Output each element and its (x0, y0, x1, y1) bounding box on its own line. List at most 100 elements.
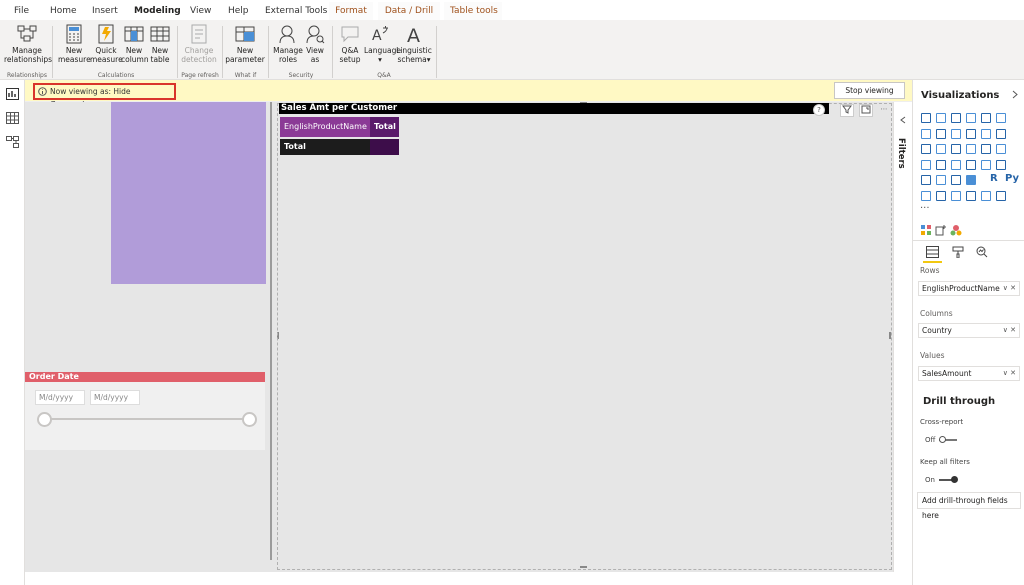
multi-row-card-icon[interactable] (996, 159, 1006, 170)
date-slider-track[interactable] (45, 418, 255, 420)
language-button[interactable]: A Language ▾ (364, 24, 401, 64)
new-measure-button[interactable]: New measure (58, 24, 91, 64)
tab-view[interactable]: View (184, 2, 217, 20)
date-slider-end-handle[interactable] (242, 412, 257, 427)
order-date-slicer[interactable]: Order Date M/d/yyyy M/d/yyyy (25, 372, 265, 450)
100-bar-chart-icon[interactable] (981, 113, 991, 123)
tab-file[interactable]: File (8, 2, 35, 20)
collapse-chevron-icon[interactable] (899, 116, 907, 124)
field-menu-icons[interactable]: ∨ ✕ (1003, 367, 1016, 380)
paginated-report-icon[interactable] (981, 190, 991, 201)
slicer-icon[interactable] (936, 175, 946, 185)
clustered-bar-chart-icon[interactable] (951, 113, 961, 123)
table-visual-icon[interactable] (951, 175, 961, 185)
clustered-column-chart-icon[interactable] (966, 113, 976, 123)
r-visual-icon[interactable]: R (990, 173, 998, 184)
end-date-input[interactable]: M/d/yyyy (90, 390, 140, 405)
line-chart-icon[interactable] (921, 128, 931, 139)
focus-mode-icon[interactable] (859, 104, 873, 117)
card-icon[interactable] (981, 159, 991, 170)
change-detection-label: Change detection (181, 46, 217, 64)
shape-visual[interactable] (111, 102, 266, 284)
help-icon[interactable]: ? (813, 104, 825, 116)
visualizations-title: Visualizations (921, 90, 1000, 101)
new-parameter-button[interactable]: New parameter (225, 24, 265, 64)
line-column-chart-icon[interactable] (966, 128, 976, 139)
tab-home[interactable]: Home (44, 2, 83, 20)
analytics-magnifier-icon[interactable] (976, 246, 988, 258)
view-as-button[interactable]: View as (304, 24, 326, 64)
manage-roles-button[interactable]: Manage roles (272, 24, 304, 64)
arcgis-icon[interactable] (996, 190, 1006, 201)
matrix-visual-icon[interactable] (966, 175, 976, 185)
start-date-input[interactable]: M/d/yyyy (35, 390, 85, 405)
linguistic-schema-button[interactable]: A Linguistic schema▾ (396, 24, 432, 64)
stacked-bar-chart-icon[interactable] (921, 113, 931, 123)
quick-measure-button[interactable]: Quick measure (90, 24, 123, 64)
group-separator (52, 26, 53, 78)
smart-narrative-icon[interactable] (966, 190, 976, 201)
filled-map-icon[interactable] (936, 159, 946, 170)
shape-map-icon[interactable] (951, 159, 961, 170)
chevron-right-icon[interactable] (1011, 90, 1019, 99)
keep-filters-toggle[interactable] (939, 476, 959, 484)
decomposition-tree-icon[interactable] (936, 190, 946, 201)
date-slider-start-handle[interactable] (37, 412, 52, 427)
new-table-button[interactable]: New table (148, 24, 172, 64)
field-menu-icons[interactable]: ∨ ✕ (1003, 324, 1016, 337)
waterfall-chart-icon[interactable] (921, 144, 931, 154)
stop-viewing-button[interactable]: Stop viewing (834, 82, 905, 99)
map-icon[interactable] (921, 159, 931, 170)
100-column-chart-icon[interactable] (996, 113, 1006, 123)
key-influencers-icon[interactable] (921, 190, 931, 201)
cross-report-toggle[interactable] (939, 436, 959, 444)
tab-data-drill[interactable]: Data / Drill (378, 2, 440, 20)
qa-setup-button[interactable]: Q&A setup (336, 24, 364, 64)
gauge-icon[interactable] (966, 159, 976, 170)
drill-through-fields-well[interactable]: Add drill-through fields here (917, 492, 1021, 520)
funnel-chart-icon[interactable] (936, 144, 946, 154)
filters-pane[interactable]: Filters (893, 102, 912, 572)
tab-external-tools[interactable]: External Tools (259, 2, 333, 20)
stacked-area-chart-icon[interactable] (951, 128, 961, 139)
tab-modeling[interactable]: Modeling (128, 2, 187, 23)
report-view-icon[interactable] (6, 88, 19, 100)
line-stacked-column-icon[interactable] (981, 128, 991, 139)
custom-visual-icon[interactable] (935, 224, 947, 236)
format-paint-roller-icon[interactable] (952, 246, 964, 258)
matrix-visual[interactable] (277, 103, 892, 570)
fields-icon[interactable] (920, 224, 932, 236)
manage-relationships-button[interactable]: Manage relationships (4, 24, 52, 64)
chevron-down-icon: ▾ (378, 55, 382, 64)
values-field-well[interactable]: SalesAmount ∨ ✕ (918, 366, 1020, 381)
fields-tab-icon[interactable] (926, 246, 939, 258)
tab-table-tools[interactable]: Table tools (444, 2, 502, 20)
data-view-icon[interactable] (6, 112, 19, 124)
treemap-icon[interactable] (996, 144, 1006, 154)
stacked-column-chart-icon[interactable] (936, 113, 946, 123)
scatter-chart-icon[interactable] (951, 144, 961, 154)
new-column-button[interactable]: New column (121, 24, 149, 64)
more-visuals-icon[interactable]: ... (920, 200, 930, 211)
group-label-what-if: What if (234, 72, 257, 79)
change-detection-button[interactable]: Change detection (180, 24, 218, 64)
field-menu-icons[interactable]: ∨ ✕ (1003, 282, 1016, 295)
tab-insert[interactable]: Insert (86, 2, 124, 20)
rows-field-well[interactable]: EnglishProductName ∨ ✕ (918, 281, 1020, 296)
qa-visual-icon[interactable] (951, 190, 961, 201)
group-label-relationships: Relationships (7, 72, 47, 79)
python-visual-icon[interactable]: Py (1005, 173, 1019, 184)
columns-field-well[interactable]: Country ∨ ✕ (918, 323, 1020, 338)
filter-icon[interactable] (840, 104, 854, 117)
kpi-icon[interactable] (921, 175, 931, 185)
qa-setup-icon (341, 26, 359, 43)
tab-format[interactable]: Format (329, 2, 373, 20)
area-chart-icon[interactable] (936, 128, 946, 139)
model-view-icon[interactable] (6, 136, 19, 148)
donut-chart-icon[interactable] (981, 144, 991, 154)
pie-chart-icon[interactable] (966, 144, 976, 154)
more-options-icon[interactable]: ⋯ (877, 104, 891, 117)
get-more-visuals-icon[interactable] (950, 224, 962, 236)
tab-help[interactable]: Help (222, 2, 255, 20)
ribbon-chart-icon[interactable] (996, 128, 1006, 139)
